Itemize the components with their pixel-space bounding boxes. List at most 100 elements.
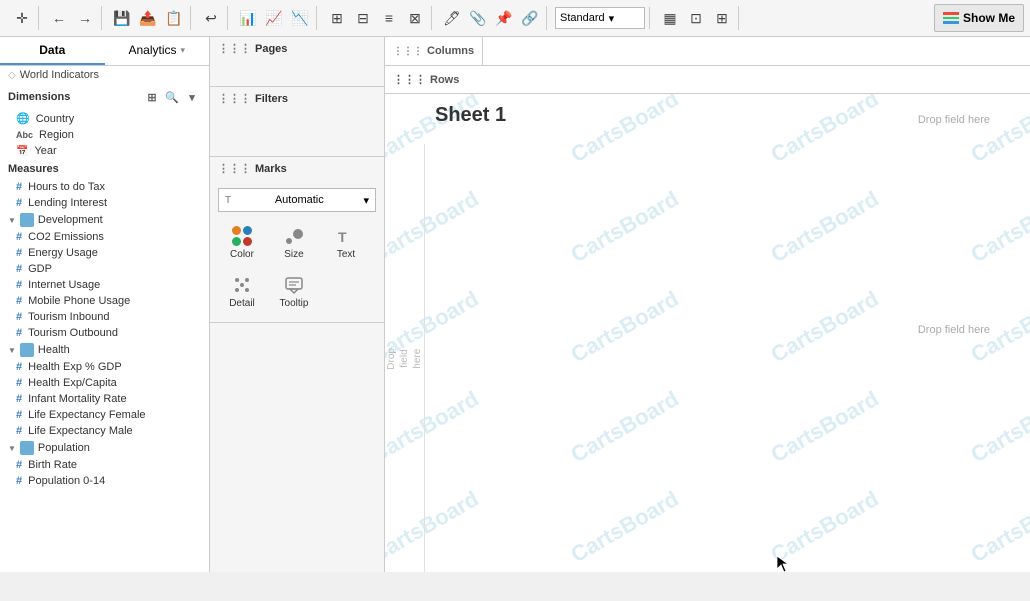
forward-button[interactable]: → [73, 6, 97, 30]
filter4-button[interactable]: ⊠ [403, 6, 427, 30]
watermark-6: CartsBoard [567, 186, 684, 268]
mark3-button[interactable]: 📌 [492, 6, 516, 30]
marks-size-btn[interactable]: Size [270, 220, 318, 265]
mark4-button[interactable]: 🔗 [518, 6, 542, 30]
measure-lending-interest[interactable]: # Lending Interest [0, 195, 209, 211]
measure-life-male[interactable]: # Life Expectancy Male [0, 423, 209, 439]
watermark-2: CartsBoard [567, 94, 684, 168]
measure-pop014[interactable]: # Population 0-14 [0, 473, 209, 489]
hash-icon: # [16, 475, 22, 487]
marks-type-label: Automatic [275, 194, 324, 206]
chevron-icon[interactable]: ▾ [183, 88, 201, 106]
hash-icon: # [16, 231, 22, 243]
tab-analytics-label: Analytics [128, 43, 176, 57]
data-source-name: World Indicators [20, 69, 99, 81]
measure-co2[interactable]: # CO2 Emissions [0, 229, 209, 245]
marks-detail-btn[interactable]: Detail [218, 269, 266, 314]
measure-infant[interactable]: # Infant Mortality Rate [0, 391, 209, 407]
mark1-button[interactable]: 🖊 [440, 6, 464, 30]
group-development[interactable]: ▼ Development [0, 211, 209, 229]
hash-icon: # [16, 361, 22, 373]
marks-label: Marks [255, 163, 287, 175]
tooltip-icon [282, 274, 306, 296]
abc-icon: Abc [16, 130, 33, 140]
mark2-button[interactable]: 📎 [466, 6, 490, 30]
marks-type-arrow: ▾ [363, 194, 369, 207]
text-icon: T [334, 225, 358, 247]
toolbar-nav-group: ✛ [6, 6, 39, 30]
marks-tooltip-label: Tooltip [280, 298, 309, 309]
measure-life-male-label: Life Expectancy Male [28, 425, 133, 437]
watermark-15: CartsBoard [767, 386, 884, 468]
hash-icon: # [16, 327, 22, 339]
group-population[interactable]: ▼ Population [0, 439, 209, 457]
marks-text-btn[interactable]: T Text [322, 220, 370, 265]
measures-header: Measures [0, 159, 209, 179]
measure-gdp[interactable]: # GDP [0, 261, 209, 277]
measure-birth[interactable]: # Birth Rate [0, 457, 209, 473]
tab-analytics[interactable]: Analytics ▾ [105, 37, 210, 65]
measure-mobile[interactable]: # Mobile Phone Usage [0, 293, 209, 309]
hash-icon: # [16, 409, 22, 421]
dimension-country[interactable]: 🌐 Country [0, 110, 209, 127]
group-health[interactable]: ▼ Health [0, 341, 209, 359]
section-icons: ⊞ 🔍 ▾ [143, 88, 201, 106]
detail-icon [230, 274, 254, 296]
publish-button[interactable]: 📤 [136, 6, 160, 30]
calendar-icon: 📅 [16, 146, 28, 157]
chevron-down-icon: ▾ [609, 12, 615, 25]
chart2-button[interactable]: 📈 [262, 6, 286, 30]
canvas-header: ⋮⋮⋮ Columns [385, 37, 1030, 66]
undo-button[interactable]: ↩ [199, 6, 223, 30]
show-me-label: Show Me [963, 11, 1015, 25]
filter3-button[interactable]: ≡ [377, 6, 401, 30]
measure-tourism-out[interactable]: # Tourism Outbound [0, 325, 209, 341]
chart3-button[interactable]: 📉 [288, 6, 312, 30]
pages-section: ⋮⋮⋮ Pages [210, 37, 384, 87]
measure-health-gdp[interactable]: # Health Exp % GDP [0, 359, 209, 375]
toolbar-mark-group: 🖊 📎 📌 🔗 [436, 6, 547, 30]
measure-life-female[interactable]: # Life Expectancy Female [0, 407, 209, 423]
new-button[interactable]: ✛ [10, 6, 34, 30]
drag-rows-icon: ⋮⋮⋮ [393, 73, 426, 86]
analytics-arrow-icon: ▾ [181, 45, 186, 56]
search-icon[interactable]: 🔍 [163, 88, 181, 106]
left-panel: Data Analytics ▾ ◇ World Indicators Dime… [0, 37, 210, 572]
columns-section[interactable]: ⋮⋮⋮ Columns [385, 37, 483, 65]
filters-icon: ⋮⋮⋮ [218, 92, 251, 105]
tab-data[interactable]: Data [0, 37, 105, 65]
back-button[interactable]: ← [47, 6, 71, 30]
tab-data-label: Data [39, 43, 65, 57]
measure-hours-tax[interactable]: # Hours to do Tax [0, 179, 209, 195]
watermark-19: CartsBoard [767, 486, 884, 568]
marks-tooltip-btn[interactable]: Tooltip [270, 269, 318, 314]
standard-select[interactable]: Standard ▾ [555, 7, 645, 29]
measure-internet[interactable]: # Internet Usage [0, 277, 209, 293]
grid-icon[interactable]: ⊞ [143, 88, 161, 106]
measure-energy[interactable]: # Energy Usage [0, 245, 209, 261]
filter2-button[interactable]: ⊟ [351, 6, 375, 30]
export-button[interactable]: 📋 [162, 6, 186, 30]
view1-button[interactable]: ▦ [658, 6, 682, 30]
measure-life-female-label: Life Expectancy Female [28, 409, 145, 421]
marks-buttons: Color Size [218, 220, 376, 314]
chart-button[interactable]: 📊 [236, 6, 260, 30]
pages-label: Pages [255, 43, 287, 55]
measure-tourism-in[interactable]: # Tourism Inbound [0, 309, 209, 325]
group-health-label: Health [38, 344, 70, 356]
svg-text:T: T [338, 229, 347, 245]
marks-type-select[interactable]: T Automatic ▾ [218, 188, 376, 212]
dimension-year[interactable]: 📅 Year [0, 143, 209, 159]
save-button[interactable]: 💾 [110, 6, 134, 30]
view2-button[interactable]: ⊡ [684, 6, 708, 30]
rows-section[interactable]: ⋮⋮⋮ Rows [385, 66, 1030, 94]
filter1-button[interactable]: ⊞ [325, 6, 349, 30]
view3-button[interactable]: ⊞ [710, 6, 734, 30]
measure-pop014-label: Population 0-14 [28, 475, 105, 487]
marks-icon: ⋮⋮⋮ [218, 162, 251, 175]
marks-color-btn[interactable]: Color [218, 220, 266, 265]
measure-health-capita[interactable]: # Health Exp/Capita [0, 375, 209, 391]
toolbar-history-group: ← → [43, 6, 102, 30]
dimension-region[interactable]: Abc Region [0, 127, 209, 143]
show-me-button[interactable]: Show Me [934, 4, 1024, 32]
